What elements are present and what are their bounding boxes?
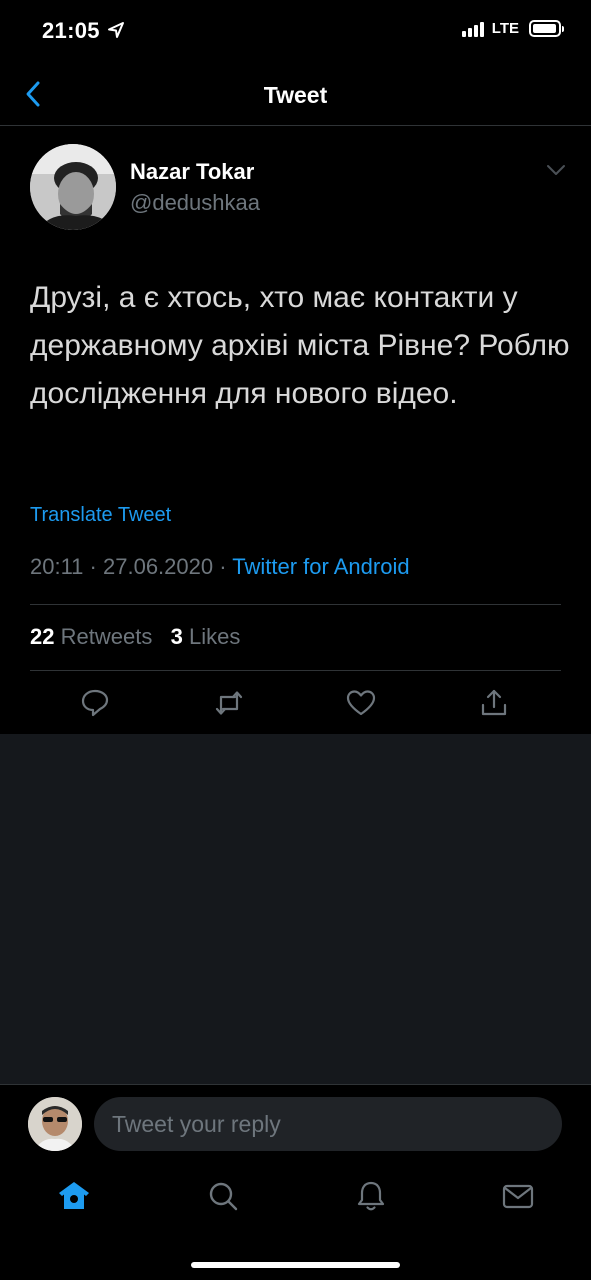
share-icon[interactable] [478, 687, 510, 719]
retweets-label: Retweets [60, 624, 153, 649]
tweet-client-link[interactable]: Twitter for Android [232, 554, 409, 579]
search-icon[interactable] [205, 1178, 241, 1214]
divider [30, 670, 561, 671]
home-icon[interactable] [56, 1178, 92, 1214]
reply-bar [0, 1084, 591, 1164]
meta-separator: · [89, 554, 97, 579]
tweet-stats: 22 Retweets 3 Likes [30, 624, 240, 650]
reply-icon[interactable] [79, 687, 111, 719]
reply-input[interactable] [94, 1097, 562, 1151]
author-name[interactable]: Nazar Tokar [130, 159, 254, 185]
home-indicator [191, 1262, 400, 1268]
signal-strength-icon [461, 21, 484, 37]
status-bar: 21:05 LTE [0, 0, 591, 64]
retweets-stat[interactable]: 22 Retweets [30, 624, 152, 649]
tweet-text: Друзі, а є хтось, хто має контакти у дер… [30, 281, 570, 410]
retweet-icon[interactable] [213, 687, 245, 719]
location-arrow-icon [108, 22, 124, 38]
nav-bar: Tweet [0, 64, 591, 126]
translate-tweet-link[interactable]: Translate Tweet [30, 504, 171, 527]
current-user-avatar[interactable] [28, 1097, 82, 1151]
tweet-time: 20:11 [30, 554, 84, 579]
likes-label: Likes [189, 624, 241, 649]
empty-replies-area [0, 734, 591, 1084]
chevron-down-icon[interactable] [545, 162, 567, 178]
battery-icon [529, 20, 564, 37]
bell-icon[interactable] [353, 1178, 389, 1214]
network-type: LTE [491, 20, 519, 37]
tweet-actions [0, 687, 591, 727]
status-time: 21:05 [42, 18, 100, 43]
divider [30, 604, 561, 605]
author-handle[interactable]: @dedushkaa [130, 190, 260, 216]
likes-stat[interactable]: 3 Likes [171, 624, 241, 649]
meta-separator: · [219, 554, 227, 579]
mail-icon[interactable] [500, 1178, 536, 1214]
retweets-count: 22 [30, 624, 55, 649]
tweet-detail: Nazar Tokar @dedushkaa Друзі, а є хтось,… [0, 127, 591, 734]
likes-count: 3 [170, 624, 183, 649]
page-title: Tweet [263, 82, 328, 108]
heart-icon[interactable] [345, 687, 377, 719]
author-avatar[interactable] [30, 144, 116, 230]
tweet-date: 27.06.2020 [103, 554, 214, 579]
tab-bar [0, 1164, 591, 1280]
tweet-meta: 20:11 · 27.06.2020 · Twitter for Android [30, 554, 410, 580]
